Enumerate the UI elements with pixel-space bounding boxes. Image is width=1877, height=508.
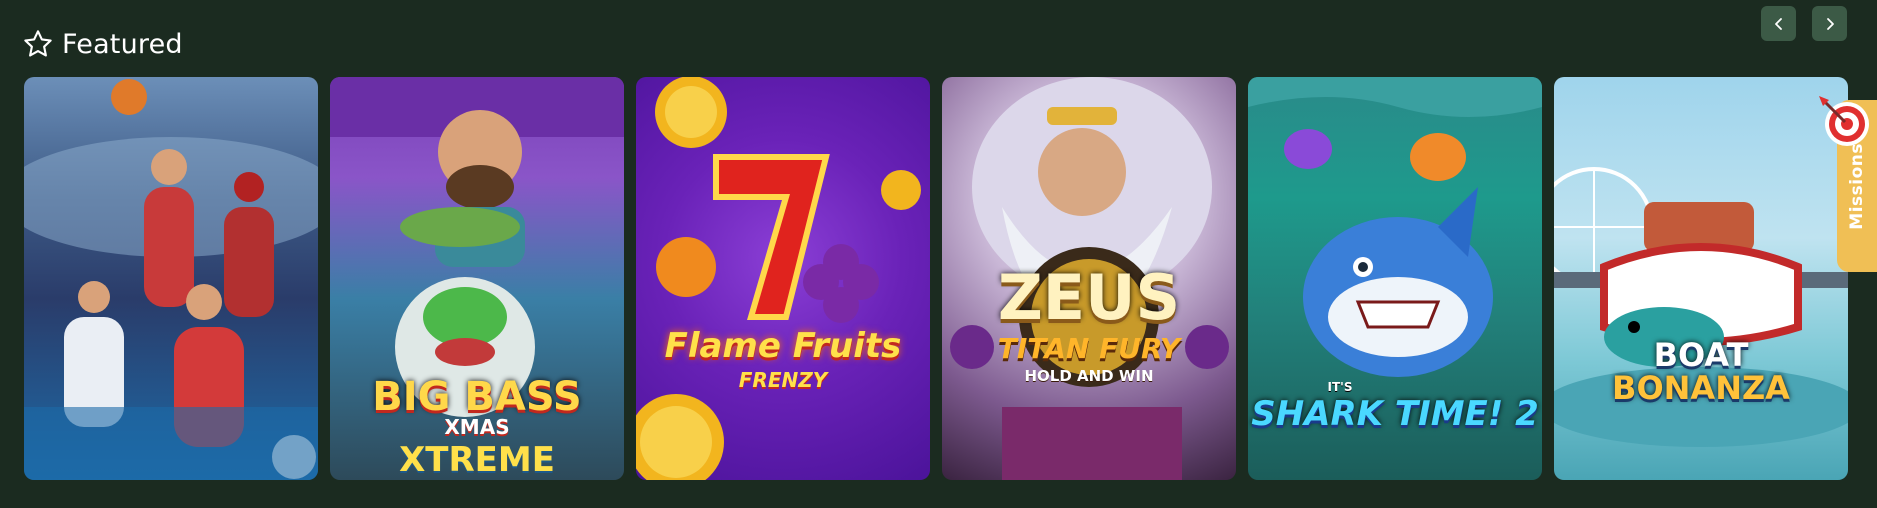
game-subtitle: XMAS <box>444 415 510 439</box>
game-card-big-bass-xmas-xtreme[interactable]: BIG BASS XMAS XTREME <box>330 77 624 480</box>
target-icon <box>1819 96 1869 146</box>
game-subtitle: FRENZY <box>738 368 828 392</box>
section-title: Featured <box>62 28 183 60</box>
game-subtitle: BONANZA <box>1612 369 1790 407</box>
star-icon <box>24 30 52 57</box>
game-extra: XTREME <box>399 440 555 480</box>
game-card-sports[interactable] <box>24 77 318 480</box>
next-button[interactable] <box>1812 6 1847 41</box>
game-card-shark-time-2[interactable]: IT'S SHARK TIME! 2 <box>1248 77 1542 480</box>
game-title: ZEUS <box>997 261 1181 334</box>
missions-label: Missions <box>1847 142 1867 230</box>
game-title: BIG BASS <box>372 374 582 420</box>
game-title: Flame Fruits <box>664 326 902 366</box>
game-card-boat-bonanza[interactable]: BOAT BONANZA <box>1554 77 1848 480</box>
game-card-zeus-titan-fury[interactable]: ZEUS TITAN FURY HOLD AND WIN <box>942 77 1236 480</box>
game-card-flame-fruits-frenzy[interactable]: Flame Fruits FRENZY <box>636 77 930 480</box>
game-title: IT'S <box>1327 380 1353 394</box>
sports-artwork <box>24 79 318 480</box>
previous-button[interactable] <box>1761 6 1796 41</box>
flame-fruits-artwork <box>636 77 921 480</box>
chevron-right-icon <box>1826 17 1834 30</box>
game-title: BOAT <box>1653 336 1749 374</box>
game-carousel: BIG BASS XMAS XTREME Flame Fruits FRENZY <box>24 77 1848 480</box>
carousel-navigation <box>1761 6 1847 41</box>
section-header: Featured <box>22 24 183 64</box>
boat-bonanza-artwork <box>1554 167 1848 447</box>
chevron-left-icon <box>1774 17 1782 30</box>
game-subtitle: SHARK TIME! 2 <box>1251 394 1539 434</box>
game-extra: HOLD AND WIN <box>1024 367 1154 385</box>
game-subtitle: TITAN FURY <box>997 332 1181 365</box>
